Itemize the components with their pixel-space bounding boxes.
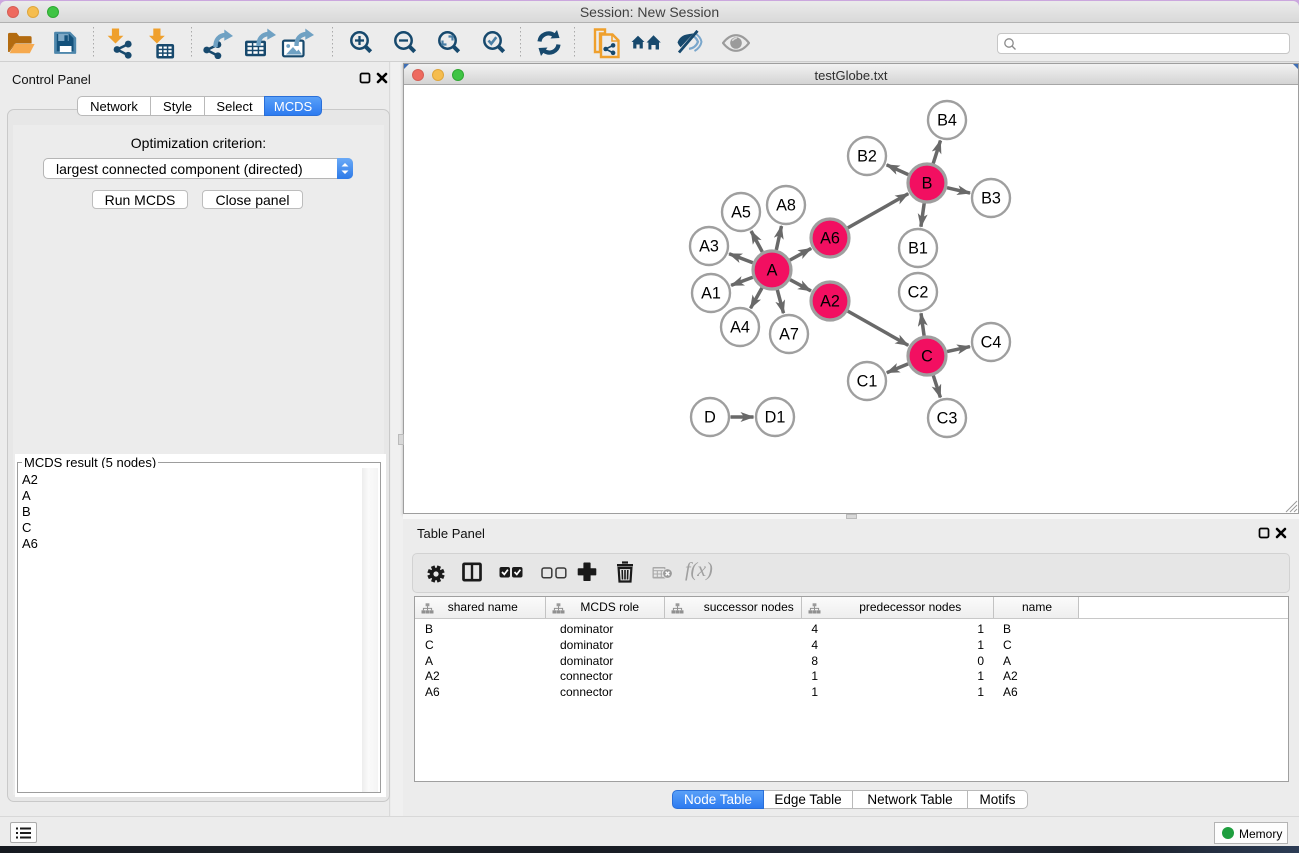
svg-text:A2: A2	[820, 293, 840, 311]
svg-text:A3: A3	[699, 238, 719, 256]
svg-text:C3: C3	[937, 410, 958, 428]
svg-text:C1: C1	[857, 373, 878, 391]
svg-text:D1: D1	[765, 409, 786, 427]
svg-text:C4: C4	[981, 334, 1002, 352]
svg-text:A8: A8	[776, 197, 796, 215]
svg-text:B3: B3	[981, 190, 1001, 208]
svg-text:A6: A6	[820, 230, 840, 248]
svg-text:C: C	[921, 348, 933, 366]
svg-text:B4: B4	[937, 112, 957, 130]
svg-text:A5: A5	[731, 204, 751, 222]
svg-text:D: D	[704, 409, 716, 427]
svg-text:A1: A1	[701, 285, 721, 303]
svg-text:A7: A7	[779, 326, 799, 344]
svg-text:B1: B1	[908, 240, 928, 258]
svg-text:B: B	[922, 175, 933, 193]
svg-text:B2: B2	[857, 148, 877, 166]
svg-text:A4: A4	[730, 319, 750, 337]
svg-text:C2: C2	[908, 284, 929, 302]
svg-text:A: A	[767, 262, 778, 280]
